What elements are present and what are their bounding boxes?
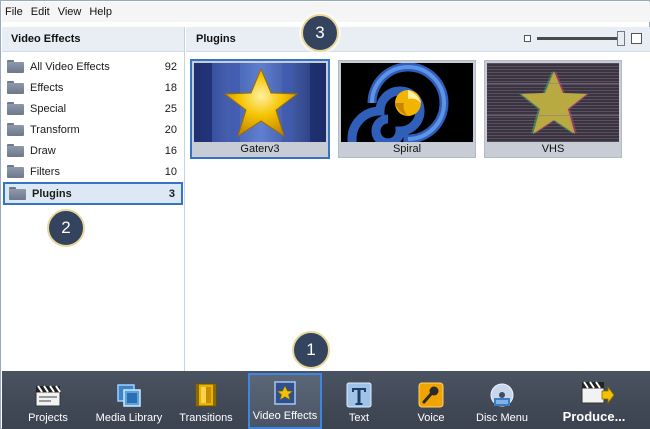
category-item-effects[interactable]: Effects 18: [3, 77, 183, 98]
vhs-thumbnail: [487, 63, 619, 142]
toolbar-label: Transitions: [179, 412, 233, 424]
toolbar-label: Disc Menu: [476, 412, 528, 424]
star-frame-icon: [271, 380, 299, 406]
effect-tile-spiral[interactable]: Spiral: [338, 60, 476, 158]
category-item-filters[interactable]: Filters 10: [3, 161, 183, 182]
toolbar-label: Video Effects: [252, 410, 318, 422]
toolbar-projects-button[interactable]: Projects: [2, 373, 94, 429]
folder-icon: [7, 60, 24, 73]
category-label: Effects: [30, 81, 64, 94]
folder-icon: [7, 81, 24, 94]
toolbar-transitions-button[interactable]: Transitions: [164, 373, 248, 429]
category-label: All Video Effects: [30, 60, 110, 73]
category-item-all-video-effects[interactable]: All Video Effects 92: [3, 56, 183, 77]
category-item-special[interactable]: Special 25: [3, 98, 183, 119]
category-count: 92: [164, 60, 177, 73]
small-thumbnail-icon[interactable]: [524, 35, 531, 42]
effect-tile-label: Spiral: [392, 143, 422, 155]
category-label: Filters: [30, 165, 60, 178]
category-label: Draw: [30, 144, 56, 157]
category-count: 20: [164, 123, 177, 136]
category-count: 10: [164, 165, 177, 178]
step-callout-3: 3: [301, 14, 339, 52]
folder-icon: [9, 187, 26, 200]
gaterv3-thumbnail: [194, 63, 326, 142]
menu-file[interactable]: File: [5, 6, 23, 18]
slider-track[interactable]: [537, 31, 625, 46]
category-item-transform[interactable]: Transform 20: [3, 119, 183, 140]
toolbar-disc-menu-button[interactable]: Disc Menu: [466, 373, 538, 429]
toolbar-text-button[interactable]: Text: [322, 373, 396, 429]
effects-grid: Gaterv3 Spiral VHS: [190, 59, 630, 159]
disc-icon: [488, 382, 516, 408]
category-item-plugins[interactable]: Plugins 3: [3, 182, 183, 205]
menu-edit[interactable]: Edit: [31, 6, 50, 18]
folder-icon: [7, 123, 24, 136]
folder-icon: [7, 102, 24, 115]
toolbar-label: Text: [348, 412, 370, 424]
category-count: 3: [168, 187, 175, 200]
category-count: 18: [164, 81, 177, 94]
browser-panel-title: Plugins: [196, 33, 236, 45]
main-toolbar: Projects Media Library Transitions Video…: [2, 371, 650, 429]
folder-icon: [7, 165, 24, 178]
menu-view[interactable]: View: [58, 6, 82, 18]
toolbar-video-effects-button[interactable]: Video Effects: [248, 373, 322, 429]
step-callout-1: 1: [292, 331, 330, 369]
effects-browser-panel: Plugins Gaterv3 Spiral VHS: [186, 27, 650, 371]
toolbar-media-library-button[interactable]: Media Library: [94, 373, 164, 429]
toolbar-label: Media Library: [95, 412, 163, 424]
toolbar-produce-button[interactable]: Produce...: [538, 373, 650, 429]
menu-help[interactable]: Help: [89, 6, 112, 18]
slider-thumb[interactable]: [617, 31, 625, 46]
film-frames-icon: [115, 382, 143, 408]
folder-icon: [7, 144, 24, 157]
effect-tile-gaterv3[interactable]: Gaterv3: [190, 59, 330, 159]
category-label: Special: [30, 102, 67, 115]
app-window: File Edit View Help Video Effects All Vi…: [0, 0, 650, 429]
clapperboard-icon: [34, 382, 62, 408]
spiral-thumbnail: [341, 63, 473, 142]
category-count: 16: [164, 144, 177, 157]
category-panel-title: Video Effects: [2, 27, 184, 52]
transition-icon: [192, 382, 220, 408]
text-t-icon: [345, 382, 373, 408]
category-count: 25: [164, 102, 177, 115]
produce-icon: [580, 379, 615, 405]
large-thumbnail-icon[interactable]: [631, 33, 642, 44]
browser-panel-header: Plugins: [186, 27, 650, 52]
toolbar-voice-button[interactable]: Voice: [396, 373, 466, 429]
thumbnail-size-slider[interactable]: [524, 31, 642, 46]
category-label: Transform: [30, 123, 80, 136]
category-item-draw[interactable]: Draw 16: [3, 140, 183, 161]
toolbar-label: Projects: [28, 412, 68, 424]
effect-tile-vhs[interactable]: VHS: [484, 60, 622, 158]
toolbar-label: Produce...: [562, 409, 626, 424]
effect-tile-label: Gaterv3: [240, 143, 280, 155]
toolbar-label: Voice: [417, 412, 445, 424]
step-callout-2: 2: [47, 209, 85, 247]
category-label: Plugins: [32, 187, 72, 200]
effect-tile-label: VHS: [541, 143, 565, 155]
category-list: All Video Effects 92 Effects 18 Special …: [2, 52, 184, 205]
effects-category-panel: Video Effects All Video Effects 92 Effec…: [2, 27, 185, 371]
microphone-icon: [417, 382, 445, 408]
